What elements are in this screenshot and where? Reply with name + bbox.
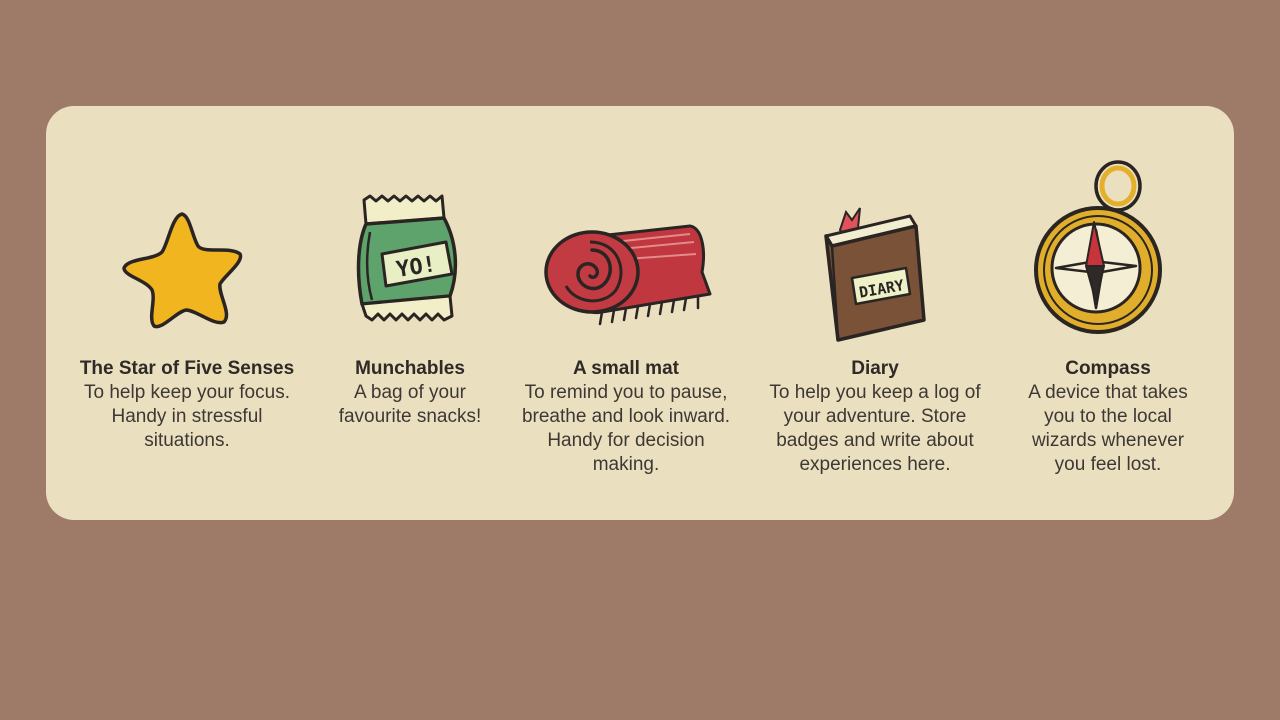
inventory-card: The Star of Five Senses To help keep you… <box>46 106 1234 520</box>
compass-icon <box>1032 158 1168 334</box>
item-title: Munchables <box>355 358 465 379</box>
item-description: A device that takes you to the local wiz… <box>1028 382 1188 475</box>
star-icon <box>120 206 250 336</box>
item-title: Diary <box>851 358 899 379</box>
item-description: A bag of your favourite snacks! <box>338 382 482 427</box>
item-munchables: YO! Munchables A bag of your favourite s… <box>328 106 492 520</box>
item-title: A small mat <box>573 358 679 379</box>
item-compass: Compass A device that takes you to the l… <box>1018 106 1198 520</box>
item-small-mat: A small mat To remind you to pause, brea… <box>518 106 734 520</box>
item-description: To remind you to pause, breathe and look… <box>521 382 731 475</box>
rolled-mat-icon <box>540 220 716 338</box>
item-description: To help keep your focus. Handy in stress… <box>84 382 290 451</box>
item-title: Compass <box>1065 358 1151 379</box>
item-star-of-five-senses: The Star of Five Senses To help keep you… <box>76 106 298 520</box>
item-description: To help you keep a log of your adventure… <box>769 382 981 475</box>
item-title: The Star of Five Senses <box>79 358 295 379</box>
snack-bag-icon: YO! <box>356 192 466 334</box>
item-diary: DIARY Diary To help you keep a log of yo… <box>762 106 988 520</box>
diary-book-icon: DIARY <box>818 206 932 346</box>
